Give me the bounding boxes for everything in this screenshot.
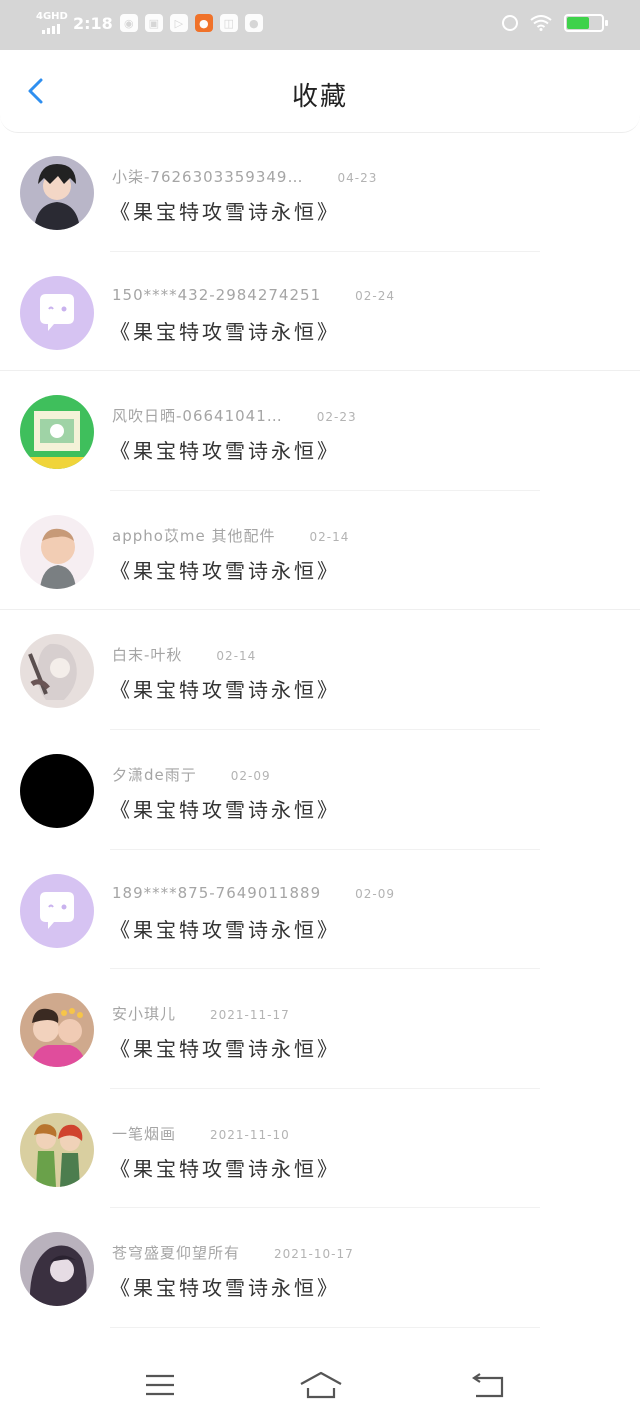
tv-icon: ◫	[219, 14, 238, 32]
user-name: 苍穹盛夏仰望所有	[112, 1244, 241, 1263]
date: 2021-11-10	[210, 1127, 290, 1142]
avatar[interactable]	[20, 634, 94, 709]
return-icon[interactable]	[468, 1370, 508, 1400]
alarm-icon	[502, 15, 518, 31]
date: 2021-11-17	[210, 1008, 290, 1023]
list-item[interactable]: 150****432-2984274251 02-24 《果宝特攻雪诗永恒》	[0, 252, 640, 372]
kuaishou-icon: ●	[194, 14, 213, 32]
list-item[interactable]: 安小琪儿 2021-11-17 《果宝特攻雪诗永恒》	[0, 969, 640, 1089]
clock: 2:18	[73, 13, 113, 33]
favorites-list: 小柒-7626303359349… 04-23 《果宝特攻雪诗永恒》 150**…	[0, 132, 640, 1328]
date: 02-09	[355, 886, 395, 901]
wechat-icon: ◉	[119, 14, 138, 32]
location-icon: ●	[244, 14, 263, 32]
avatar[interactable]	[20, 1232, 94, 1307]
avatar[interactable]	[20, 873, 94, 948]
date: 02-23	[316, 410, 357, 425]
home-icon[interactable]	[298, 1370, 344, 1400]
user-name: 白末-叶秋	[112, 646, 183, 665]
work-title[interactable]: 《果宝特攻雪诗永恒》	[110, 1033, 340, 1062]
avatar[interactable]	[20, 753, 94, 828]
date: 2021-10-17	[274, 1247, 354, 1262]
date: 02-09	[230, 768, 271, 783]
list-item[interactable]: 白末-叶秋 02-14 《果宝特攻雪诗永恒》	[0, 610, 640, 730]
work-title[interactable]: 《果宝特攻雪诗永恒》	[110, 1153, 340, 1182]
network-label: 4GHD	[36, 11, 68, 22]
list-item[interactable]: 小柒-7626303359349… 04-23 《果宝特攻雪诗永恒》	[0, 132, 640, 252]
work-title[interactable]: 《果宝特攻雪诗永恒》	[110, 914, 340, 943]
status-left: 4GHD 2:18 ◉ ▣ ▷ ● ◫ ●	[36, 12, 263, 34]
user-name: appho苡me 其他配件	[112, 526, 276, 545]
work-title[interactable]: 《果宝特攻雪诗永恒》	[110, 316, 340, 345]
work-title[interactable]: 《果宝特攻雪诗永恒》	[110, 435, 340, 464]
menu-icon[interactable]	[140, 1370, 180, 1400]
signal-icon	[42, 24, 60, 34]
date: 02-14	[216, 649, 257, 664]
user-name: 150****432-2984274251	[112, 285, 322, 304]
list-item[interactable]: 夕潇de雨亍 02-09 《果宝特攻雪诗永恒》	[0, 730, 640, 850]
user-name: 风吹日晒-06641041…	[112, 407, 283, 426]
list-item[interactable]: 风吹日晒-06641041… 02-23 《果宝特攻雪诗永恒》	[0, 371, 640, 491]
user-name: 安小琪儿	[112, 1005, 177, 1024]
battery-icon	[564, 14, 608, 32]
work-title[interactable]: 《果宝特攻雪诗永恒》	[110, 674, 340, 703]
user-name: 夕潇de雨亍	[112, 765, 197, 784]
wifi-icon	[530, 15, 552, 31]
user-name: 小柒-7626303359349…	[112, 168, 304, 186]
work-title[interactable]: 《果宝特攻雪诗永恒》	[110, 794, 340, 823]
list-item[interactable]: appho苡me 其他配件 02-14 《果宝特攻雪诗永恒》	[0, 491, 640, 611]
divider	[110, 1326, 540, 1328]
date: 02-24	[355, 288, 395, 303]
avatar[interactable]	[20, 156, 94, 230]
work-title[interactable]: 《果宝特攻雪诗永恒》	[110, 196, 340, 225]
avatar[interactable]	[20, 395, 94, 470]
list-item[interactable]: 一笔烟画 2021-11-10 《果宝特攻雪诗永恒》	[0, 1089, 640, 1209]
network-indicator: 4GHD	[36, 11, 68, 34]
app-header: 收藏	[0, 50, 640, 133]
date: 02-14	[309, 529, 350, 544]
work-title[interactable]: 《果宝特攻雪诗永恒》	[110, 555, 340, 584]
user-name: 一笔烟画	[112, 1124, 177, 1143]
system-nav-bar	[0, 1352, 640, 1422]
avatar[interactable]	[20, 514, 94, 589]
avatar[interactable]	[20, 275, 94, 350]
app-icon: ▣	[144, 14, 163, 32]
work-title[interactable]: 《果宝特攻雪诗永恒》	[110, 1272, 340, 1301]
video-icon: ▷	[169, 14, 188, 32]
page-title: 收藏	[291, 82, 348, 112]
avatar[interactable]	[20, 993, 94, 1068]
status-bar: 4GHD 2:18 ◉ ▣ ▷ ● ◫ ●	[0, 0, 640, 50]
user-name: 189****875-7649011889	[112, 883, 322, 902]
status-right	[502, 14, 608, 32]
list-item[interactable]: 苍穹盛夏仰望所有 2021-10-17 《果宝特攻雪诗永恒》	[0, 1208, 640, 1328]
avatar[interactable]	[20, 1112, 94, 1187]
list-item[interactable]: 189****875-7649011889 02-09 《果宝特攻雪诗永恒》	[0, 850, 640, 970]
date: 04-23	[337, 171, 378, 185]
